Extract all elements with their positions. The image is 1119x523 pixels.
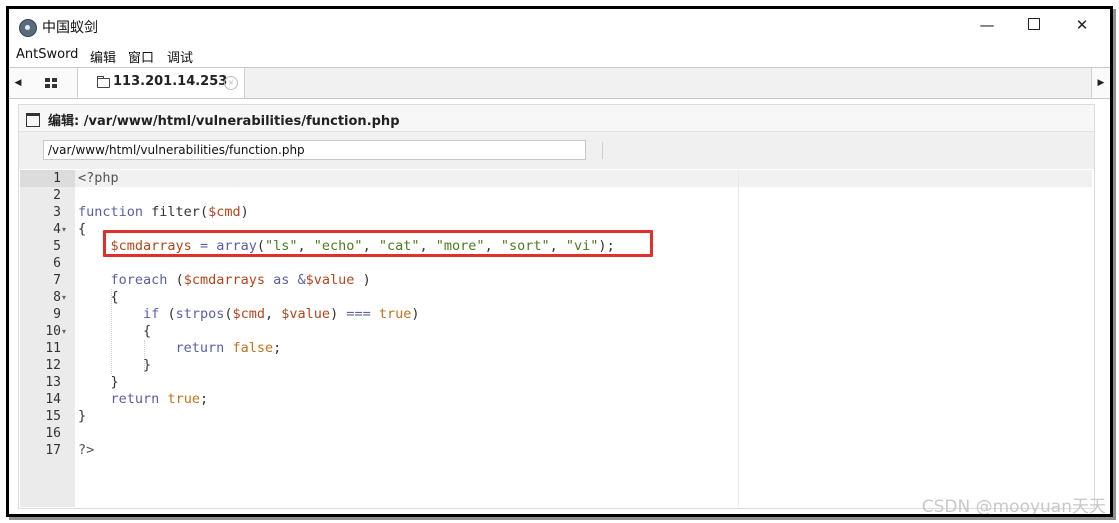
line-number: 6	[53, 256, 61, 271]
code-line[interactable]: 7 foreach ($cmdarrays as &$value )	[20, 272, 1092, 289]
window-icon	[26, 113, 40, 127]
menu-debug[interactable]: 调试	[167, 47, 193, 66]
code-text: if (strpos($cmd, $value) === true)	[143, 306, 420, 322]
line-number: 1	[53, 171, 61, 186]
line-number: 11	[45, 341, 61, 356]
code-text: function filter($cmd)	[78, 204, 249, 220]
menu-bar: AntSword 编辑 窗口 调试	[9, 45, 1110, 67]
code-text: {	[143, 323, 152, 339]
fold-toggle-icon[interactable]: ▾	[62, 323, 66, 340]
code-text: }	[143, 357, 152, 373]
app-window: 中国蚁剑 — ✕ AntSword 编辑 窗口 调试 ◀ 113.201.14.…	[6, 6, 1113, 517]
highlight-annotation-box	[103, 230, 653, 257]
line-number: 12	[45, 358, 61, 373]
line-number: 15	[45, 409, 61, 424]
watermark: CSDN @mooyuan天天	[921, 497, 1106, 517]
menu-antsword[interactable]: AntSword	[16, 47, 78, 62]
tab-strip: ◀ 113.201.14.253 × ▶	[9, 67, 1110, 99]
line-number: 4	[53, 222, 61, 237]
tab-home[interactable]	[27, 68, 78, 98]
code-line[interactable]: 10 ▾ {	[20, 323, 1092, 340]
panel-header: 编辑: /var/www/html/vulnerabilities/functi…	[19, 105, 1094, 132]
maximize-button[interactable]	[1011, 9, 1057, 43]
code-line[interactable]: 15}	[20, 408, 1092, 425]
code-text: return true;	[110, 391, 209, 407]
tab-close-icon[interactable]: ×	[224, 76, 238, 90]
code-text: ?>	[78, 442, 95, 458]
code-editor[interactable]: 1 <?php 2 3 function filter($cmd) 4 ▾{5 $cmdar…	[20, 170, 1092, 507]
close-button[interactable]: ✕	[1059, 9, 1105, 43]
code-line[interactable]: 2	[20, 187, 1092, 204]
window-title: 中国蚁剑	[42, 20, 98, 36]
line-number: 17	[45, 443, 61, 458]
fold-toggle-icon[interactable]: ▾	[62, 289, 66, 306]
line-number: 3	[53, 205, 61, 220]
line-number: 13	[45, 375, 61, 390]
editor-panel: 编辑: /var/www/html/vulnerabilities/functi…	[18, 104, 1095, 509]
code-text: }	[78, 408, 87, 424]
tab-scroll-right-button[interactable]: ▶	[1091, 68, 1110, 98]
menu-edit[interactable]: 编辑	[90, 47, 116, 66]
line-number: 8	[53, 290, 61, 305]
folder-icon	[97, 76, 110, 88]
line-number: 5	[53, 239, 61, 254]
code-line[interactable]: 17 ?>	[20, 442, 1092, 459]
code-text: {	[110, 289, 119, 305]
code-text: <?php	[78, 170, 119, 186]
tab-scroll-left-button[interactable]: ◀	[9, 68, 28, 98]
code-line[interactable]: 11 return false;	[20, 340, 1092, 357]
line-number: 14	[45, 392, 61, 407]
maximize-icon	[1028, 18, 1040, 30]
code-text: }	[110, 374, 119, 390]
line-number: 9	[53, 307, 61, 322]
line-number: 7	[53, 273, 61, 288]
code-line[interactable]: 14 return true;	[20, 391, 1092, 408]
code-line[interactable]: 12 }	[20, 357, 1092, 374]
code-line[interactable]: 6	[20, 255, 1092, 272]
toolbar-divider	[602, 142, 603, 159]
code-line[interactable]: 3 function filter($cmd)	[20, 204, 1092, 221]
code-line[interactable]: 13 }	[20, 374, 1092, 391]
path-toolbar	[19, 132, 1094, 169]
code-line[interactable]: 1 <?php	[20, 170, 1092, 187]
tab-session[interactable]: 113.201.14.253 ×	[78, 68, 245, 98]
minimize-button[interactable]: —	[964, 9, 1010, 43]
antsword-logo-icon	[19, 19, 37, 37]
code-line[interactable]: 8 ▾ {	[20, 289, 1092, 306]
title-bar: 中国蚁剑 — ✕	[9, 9, 1110, 45]
fold-toggle-icon[interactable]: ▾	[62, 221, 66, 238]
code-text: foreach ($cmdarrays as &$value )	[110, 272, 371, 288]
tab-session-label: 113.201.14.253	[113, 74, 228, 89]
code-text: return false;	[175, 340, 282, 356]
code-line[interactable]: 16	[20, 425, 1092, 442]
code-text: {	[78, 221, 87, 237]
line-number: 2	[53, 188, 61, 203]
grid-icon	[45, 78, 57, 88]
line-number: 16	[45, 426, 61, 441]
path-input[interactable]	[43, 140, 586, 160]
panel-title: 编辑: /var/www/html/vulnerabilities/functi…	[48, 114, 400, 129]
line-number: 10	[45, 324, 61, 339]
menu-window[interactable]: 窗口	[128, 47, 154, 66]
code-line[interactable]: 9 if (strpos($cmd, $value) === true)	[20, 306, 1092, 323]
